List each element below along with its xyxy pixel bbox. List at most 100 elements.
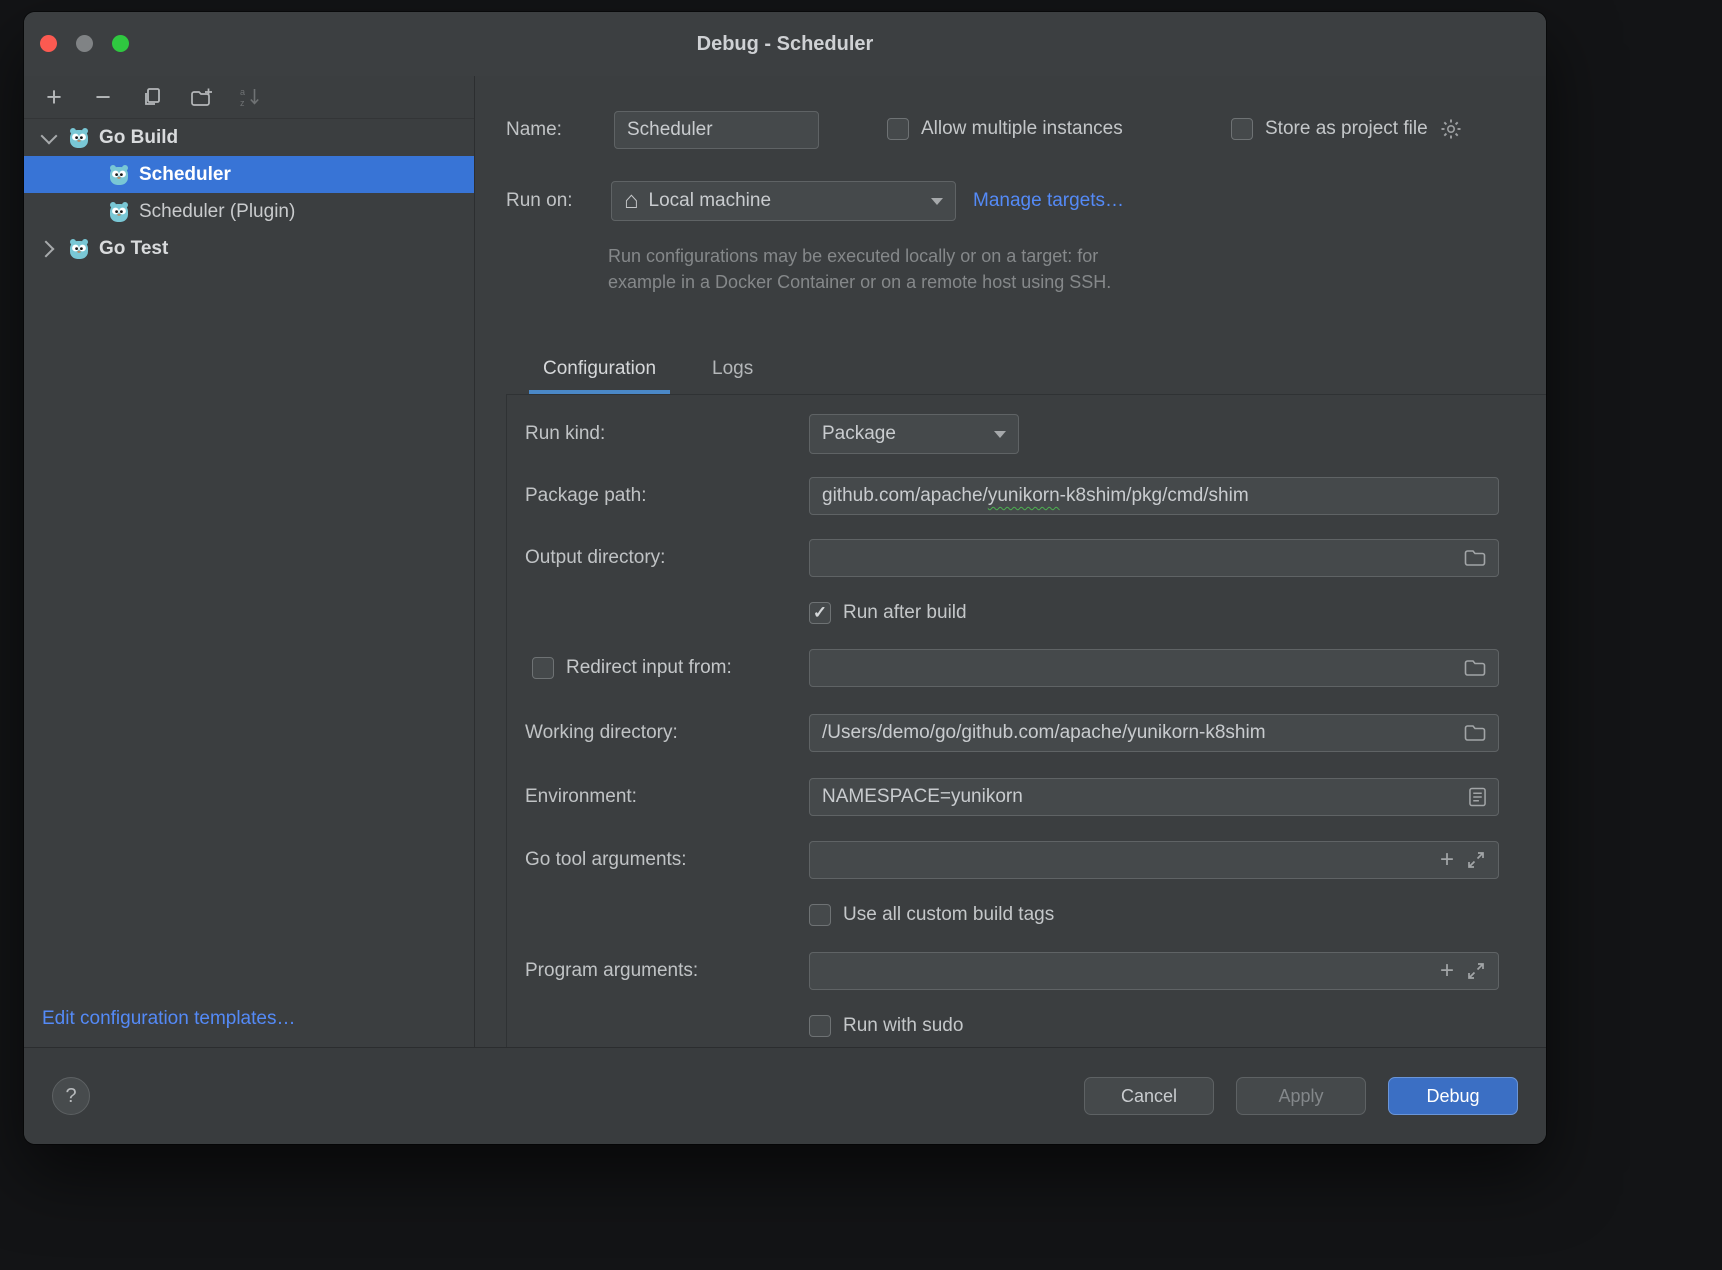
tab-bar: Configuration Logs: [529, 346, 767, 394]
run-with-sudo-checkbox[interactable]: [809, 1015, 831, 1037]
gear-icon[interactable]: [1440, 118, 1462, 140]
browse-folder-icon[interactable]: [1464, 659, 1486, 677]
allow-multiple-instances-checkbox[interactable]: [887, 118, 909, 140]
name-input[interactable]: Scheduler: [614, 111, 819, 149]
new-folder-icon[interactable]: [189, 85, 213, 109]
redirect-input-checkbox[interactable]: [532, 657, 554, 679]
tab-configuration[interactable]: Configuration: [529, 346, 670, 394]
package-path-warn-segment: yunikorn: [988, 485, 1060, 507]
go-gopher-icon: [108, 164, 130, 186]
use-custom-build-tags-checkbox[interactable]: [809, 904, 831, 926]
cancel-button[interactable]: Cancel: [1084, 1077, 1214, 1115]
allow-multiple-instances-label: Allow multiple instances: [921, 118, 1123, 140]
run-on-hint: Run configurations may be executed local…: [608, 243, 1111, 295]
chevron-down-icon: [931, 198, 943, 205]
redirect-input-input[interactable]: [809, 649, 1499, 687]
run-on-label: Run on:: [506, 190, 573, 212]
help-button[interactable]: ?: [52, 1077, 90, 1115]
minimize-window-button[interactable]: [76, 35, 93, 52]
run-after-build-checkbox[interactable]: ✓: [809, 602, 831, 624]
tree-item-label: Scheduler: [139, 164, 231, 186]
store-as-project-file-checkbox[interactable]: [1231, 118, 1253, 140]
chevron-right-icon[interactable]: [38, 240, 55, 257]
tree-group-go-build[interactable]: Go Build: [24, 119, 474, 156]
debug-configuration-dialog: Debug - Scheduler + − az: [24, 12, 1546, 1144]
close-window-button[interactable]: [40, 35, 57, 52]
working-directory-input[interactable]: /Users/demo/go/github.com/apache/yunikor…: [809, 714, 1499, 752]
configurations-tree: Go Build Scheduler Scheduler (Plugin): [24, 119, 474, 267]
working-directory-value: /Users/demo/go/github.com/apache/yunikor…: [822, 722, 1266, 744]
tree-group-label: Go Build: [99, 127, 178, 149]
dialog-footer: ? Cancel Apply Debug: [24, 1047, 1546, 1144]
chevron-down-icon: [994, 431, 1006, 438]
tab-logs[interactable]: Logs: [698, 346, 767, 394]
program-arguments-input[interactable]: +: [809, 952, 1499, 990]
expand-field-icon[interactable]: [1466, 850, 1486, 870]
run-after-build-label: Run after build: [843, 602, 967, 624]
name-value: Scheduler: [627, 119, 713, 141]
apply-button[interactable]: Apply: [1236, 1077, 1366, 1115]
package-path-label: Package path:: [525, 485, 646, 507]
tree-group-go-test[interactable]: Go Test: [24, 230, 474, 267]
go-tool-arguments-input[interactable]: +: [809, 841, 1499, 879]
home-icon: ⌂: [624, 191, 639, 211]
run-after-build-row: ✓ Run after build: [809, 602, 967, 624]
debug-button[interactable]: Debug: [1388, 1077, 1518, 1115]
output-directory-input[interactable]: [809, 539, 1499, 577]
sidebar-toolbar: + − az: [24, 76, 474, 119]
go-gopher-icon: [68, 238, 90, 260]
dialog-body: + − az Go Build: [24, 76, 1546, 1048]
tree-item-scheduler[interactable]: Scheduler: [24, 156, 474, 193]
package-path-suffix: -k8shim/pkg/cmd/shim: [1060, 485, 1249, 507]
copy-configuration-icon[interactable]: [140, 85, 164, 109]
redirect-input-label: Redirect input from:: [566, 657, 732, 679]
redirect-input-row: Redirect input from:: [532, 657, 732, 679]
sort-alphabetically-icon[interactable]: az: [238, 85, 262, 109]
configuration-editor: Name: Scheduler Allow multiple instances…: [475, 76, 1546, 1048]
add-macro-icon[interactable]: +: [1440, 961, 1454, 981]
run-kind-label: Run kind:: [525, 423, 605, 445]
titlebar: Debug - Scheduler: [24, 12, 1546, 76]
tree-group-label: Go Test: [99, 238, 168, 260]
edit-configuration-templates-link[interactable]: Edit configuration templates…: [42, 1008, 295, 1030]
go-gopher-icon: [68, 127, 90, 149]
name-label: Name:: [506, 119, 562, 141]
run-kind-select[interactable]: Package: [809, 414, 1019, 454]
go-gopher-icon: [108, 201, 130, 223]
environment-value: NAMESPACE=yunikorn: [822, 786, 1023, 808]
tree-item-label: Scheduler (Plugin): [139, 201, 295, 223]
footer-buttons: Cancel Apply Debug: [1084, 1077, 1518, 1115]
add-configuration-icon[interactable]: +: [42, 85, 66, 109]
expand-field-icon[interactable]: [1466, 961, 1486, 981]
use-custom-build-tags-label: Use all custom build tags: [843, 904, 1054, 926]
use-custom-build-tags-row: Use all custom build tags: [809, 904, 1054, 926]
environment-variables-icon[interactable]: [1469, 787, 1486, 807]
package-path-prefix: github.com/apache/: [822, 485, 988, 507]
program-arguments-label: Program arguments:: [525, 960, 698, 982]
browse-folder-icon[interactable]: [1464, 724, 1486, 742]
zoom-window-button[interactable]: [112, 35, 129, 52]
remove-configuration-icon[interactable]: −: [91, 85, 115, 109]
manage-targets-link[interactable]: Manage targets…: [973, 190, 1124, 212]
output-directory-label: Output directory:: [525, 547, 665, 569]
run-on-select[interactable]: ⌂ Local machine: [611, 181, 956, 221]
environment-input[interactable]: NAMESPACE=yunikorn: [809, 778, 1499, 816]
go-tool-arguments-label: Go tool arguments:: [525, 849, 687, 871]
configuration-form: Run kind: Package Package path: github.c…: [506, 394, 1546, 1048]
add-macro-icon[interactable]: +: [1440, 850, 1454, 870]
allow-multiple-instances-row: Allow multiple instances: [887, 118, 1123, 140]
check-icon: ✓: [813, 603, 827, 623]
run-with-sudo-row: Run with sudo: [809, 1015, 963, 1037]
window-title: Debug - Scheduler: [697, 33, 874, 56]
run-kind-value: Package: [822, 423, 896, 445]
svg-text:z: z: [240, 98, 245, 108]
environment-label: Environment:: [525, 786, 637, 808]
store-as-project-file-label: Store as project file: [1265, 118, 1428, 140]
tree-item-scheduler-plugin[interactable]: Scheduler (Plugin): [24, 193, 474, 230]
package-path-input[interactable]: github.com/apache/yunikorn-k8shim/pkg/cm…: [809, 477, 1499, 515]
browse-folder-icon[interactable]: [1464, 549, 1486, 567]
chevron-down-icon[interactable]: [41, 127, 58, 144]
configurations-sidebar: + − az Go Build: [24, 76, 475, 1048]
svg-text:a: a: [240, 87, 245, 97]
working-directory-label: Working directory:: [525, 722, 678, 744]
